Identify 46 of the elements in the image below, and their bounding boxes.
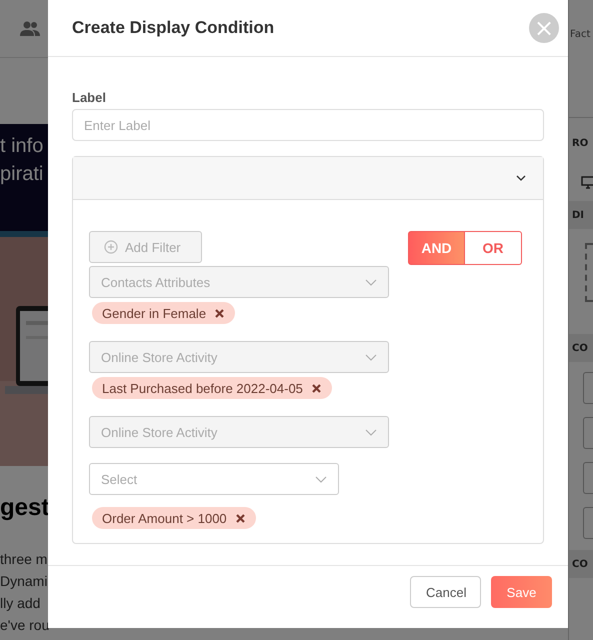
- add-filter-button[interactable]: Add Filter: [89, 231, 202, 263]
- banner-text: pirati: [0, 162, 44, 187]
- close-button[interactable]: ×: [529, 13, 559, 43]
- article-text: three m: [0, 550, 48, 569]
- article-text: Dynami: [0, 572, 48, 591]
- field-label: Label: [72, 90, 107, 105]
- chevron-down-icon: [516, 175, 526, 181]
- label-input[interactable]: Enter Label: [72, 109, 544, 141]
- section-title: CO: [572, 558, 588, 570]
- chevron-down-icon: [365, 278, 377, 286]
- tag-text: Order Amount > 1000: [102, 510, 227, 526]
- option-box[interactable]: [583, 372, 593, 404]
- chevron-down-icon: [365, 428, 377, 436]
- remove-icon[interactable]: [312, 384, 321, 392]
- section-title: RO: [572, 138, 588, 148]
- tag-text: Gender in Female: [102, 306, 206, 320]
- cancel-button[interactable]: Cancel: [410, 576, 481, 608]
- drop-zone: [585, 243, 593, 302]
- chevron-down-icon: [365, 354, 377, 360]
- filter-dropdown[interactable]: Select: [89, 463, 339, 495]
- dropdown-placeholder: Contacts Attributes: [101, 274, 210, 290]
- article-heading: gest: [0, 494, 50, 522]
- article-text: lly add: [0, 594, 40, 613]
- option-box[interactable]: [583, 507, 593, 539]
- tag-text: Last Purchased before 2022-04-05: [102, 380, 303, 396]
- remove-icon[interactable]: [236, 514, 245, 522]
- option-box[interactable]: [583, 462, 593, 494]
- plus-circle-icon: [104, 240, 118, 254]
- save-button[interactable]: Save: [491, 576, 552, 608]
- chevron-down-icon: [315, 476, 327, 482]
- monitor-icon: [581, 176, 593, 189]
- section-title: CO: [572, 342, 588, 354]
- operator-toggle[interactable]: AND: [408, 231, 465, 265]
- dropdown-placeholder: Select: [101, 472, 138, 486]
- remove-icon[interactable]: [215, 308, 224, 318]
- option-box[interactable]: [583, 417, 593, 449]
- section-title: DI: [572, 210, 584, 220]
- dropdown-placeholder: Online Store Activity: [101, 350, 218, 364]
- article-text: e've rou: [0, 616, 50, 635]
- banner-text: t info: [0, 134, 44, 159]
- people-icon: [20, 20, 40, 36]
- dropdown-placeholder: Online Store Activity: [101, 424, 218, 440]
- panel-header[interactable]: [73, 157, 543, 200]
- nav-label[interactable]: Fact: [570, 29, 590, 40]
- dialog-title: Create Display Condition: [72, 18, 274, 38]
- operator-toggle[interactable]: OR: [465, 231, 522, 265]
